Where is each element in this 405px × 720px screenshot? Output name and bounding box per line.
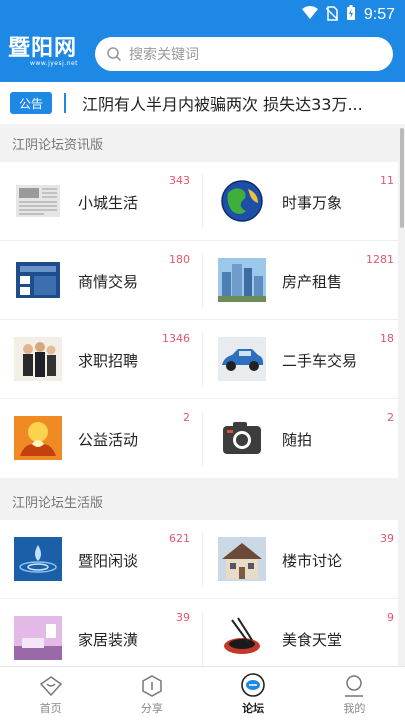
forum-item-label: 公益活动 — [78, 431, 139, 449]
forum-item-count: 343 — [169, 174, 190, 187]
logo-subtext: www.jyesj.net — [30, 60, 79, 67]
forum-item-xiantan[interactable]: 暨阳闲谈 621 — [0, 520, 196, 599]
status-bar: 9:57 — [301, 4, 395, 26]
wifi-icon — [301, 6, 318, 24]
notice-text[interactable]: 江阴有人半月内被骗两次 损失达33万... — [82, 91, 382, 115]
forum-item-count: 2 — [183, 411, 190, 424]
forum-item-suipai[interactable]: 随拍 2 — [204, 399, 400, 478]
forum-item-qiuzhi[interactable]: 求职招聘 1346 — [0, 320, 196, 399]
section-title-news: 江阴论坛资讯版 — [0, 124, 398, 162]
forum-grid-news: 小城生活 343 时事万象 11 商情交易 180 房产租售 1281 求职招聘… — [0, 162, 398, 478]
forum-item-count: 1346 — [162, 332, 190, 345]
globe-thumb — [218, 179, 266, 223]
section-title-life: 江阴论坛生活版 — [0, 482, 398, 520]
camera-thumb — [218, 416, 266, 460]
forum-item-fangchan[interactable]: 房产租售 1281 — [204, 241, 400, 320]
bottom-tab-bar: 首页 分享 论坛 我的 — [0, 666, 405, 720]
forum-item-shishi[interactable]: 时事万象 11 — [204, 162, 400, 241]
battery-icon — [346, 5, 356, 25]
forum-item-count: 39 — [176, 611, 190, 624]
forum-item-shangqing[interactable]: 商情交易 180 — [0, 241, 196, 320]
tab-profile[interactable]: 我的 — [304, 667, 405, 720]
forum-item-ershouche[interactable]: 二手车交易 18 — [204, 320, 400, 399]
grid-row: 暨阳闲谈 621 楼市讨论 39 — [0, 520, 398, 599]
charity-thumb — [14, 416, 62, 460]
tab-forum[interactable]: 论坛 — [203, 667, 304, 720]
notice-tag: 公告 — [10, 92, 52, 114]
row-divider — [202, 332, 203, 387]
house-thumb — [218, 537, 266, 581]
forum-item-count: 2 — [387, 411, 394, 424]
notice-bar[interactable]: 公告 江阴有人半月内被骗两次 损失达33万... — [0, 82, 405, 124]
tab-label: 论坛 — [242, 702, 265, 715]
water-drop-thumb — [14, 537, 62, 581]
app-header: 9:57 暨阳网 www.jyesj.net 搜索关键词 — [0, 0, 405, 82]
forum-item-count: 11 — [380, 174, 394, 187]
tab-label: 首页 — [39, 702, 62, 715]
forum-item-label: 暨阳闲谈 — [78, 552, 139, 570]
logo-text: 暨阳网 — [8, 35, 78, 61]
forum-item-count: 621 — [169, 532, 190, 545]
forum-item-label: 求职招聘 — [78, 352, 139, 370]
grid-row: 小城生活 343 时事万象 11 — [0, 162, 398, 241]
forum-item-count: 39 — [380, 532, 394, 545]
tab-share[interactable]: 分享 — [101, 667, 202, 720]
buildings-thumb — [218, 258, 266, 302]
forum-grid-life: 暨阳闲谈 621 楼市讨论 39 家居装潢 39 美食天堂 9 — [0, 520, 398, 678]
forum-item-loushi[interactable]: 楼市讨论 39 — [204, 520, 400, 599]
food-thumb — [218, 616, 266, 660]
grid-row: 求职招聘 1346 二手车交易 18 — [0, 320, 398, 399]
forum-item-count: 9 — [387, 611, 394, 624]
forum-item-label: 楼市讨论 — [282, 552, 343, 570]
row-divider — [202, 411, 203, 466]
row-divider — [202, 174, 203, 229]
scrollbar[interactable] — [400, 128, 404, 228]
status-time: 9:57 — [363, 6, 395, 23]
no-sim-icon — [325, 5, 339, 25]
forum-chat-icon — [240, 673, 266, 699]
search-input[interactable]: 搜索关键词 — [95, 37, 393, 71]
tab-home[interactable]: 首页 — [0, 667, 101, 720]
search-placeholder: 搜索关键词 — [129, 47, 199, 63]
forum-item-xiaocheng[interactable]: 小城生活 343 — [0, 162, 196, 241]
forum-item-count: 18 — [380, 332, 394, 345]
car-thumb — [218, 337, 266, 381]
forum-item-count: 1281 — [366, 253, 394, 266]
tab-label: 分享 — [140, 702, 163, 715]
newspaper-thumb — [14, 179, 62, 223]
forum-item-label: 小城生活 — [78, 194, 139, 212]
site-logo[interactable]: 暨阳网 www.jyesj.net — [8, 36, 86, 70]
row-divider — [202, 253, 203, 308]
forum-item-gongyi[interactable]: 公益活动 2 — [0, 399, 196, 478]
interior-thumb — [14, 616, 62, 660]
search-icon — [105, 45, 123, 63]
forum-item-label: 家居装潢 — [78, 631, 139, 649]
forum-item-label: 二手车交易 — [282, 352, 358, 370]
grid-row: 公益活动 2 随拍 2 — [0, 399, 398, 478]
share-hexagon-icon — [139, 673, 165, 699]
row-divider — [202, 532, 203, 587]
home-diamond-icon — [38, 673, 64, 699]
row-divider — [202, 611, 203, 666]
profile-person-icon — [341, 673, 367, 699]
forum-item-label: 时事万象 — [282, 194, 343, 212]
forum-item-label: 美食天堂 — [282, 631, 343, 649]
people-thumb — [14, 337, 62, 381]
forum-item-label: 商情交易 — [78, 273, 139, 291]
grid-row: 商情交易 180 房产租售 1281 — [0, 241, 398, 320]
forum-item-label: 随拍 — [282, 431, 313, 449]
forum-item-label: 房产租售 — [282, 273, 343, 291]
notice-divider — [64, 93, 66, 113]
trade-thumb — [14, 258, 62, 302]
tab-label: 我的 — [343, 702, 366, 715]
forum-item-count: 180 — [169, 253, 190, 266]
